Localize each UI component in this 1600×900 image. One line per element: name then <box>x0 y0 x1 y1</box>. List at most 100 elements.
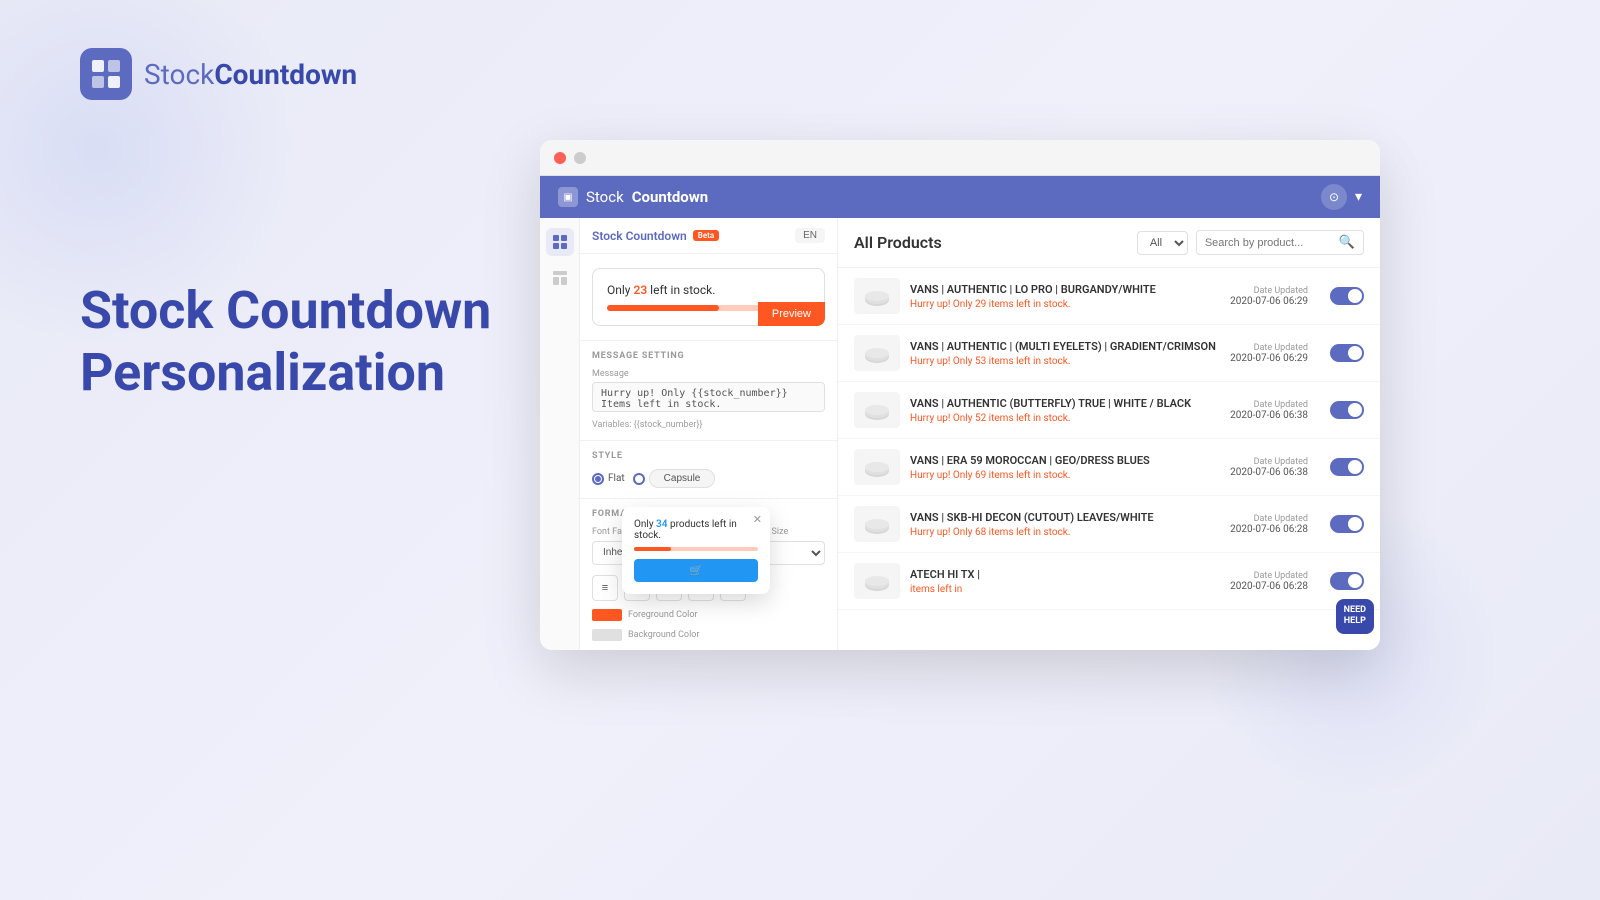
logo-icon <box>80 48 132 100</box>
product-toggle[interactable] <box>1330 458 1364 476</box>
app-header-logo: ▣ StockCountdown <box>558 187 708 207</box>
header-logo-icon: ▣ <box>558 187 578 207</box>
foreground-color-swatch[interactable] <box>592 609 622 621</box>
radio-flat-dot <box>592 473 604 485</box>
product-row: VANS | SKB-HI DECON (CUTOUT) LEAVES/WHIT… <box>838 496 1380 553</box>
product-name: VANS | AUTHENTIC | (MULTI EYELETS) | GRA… <box>910 340 1220 353</box>
header-avatar[interactable]: ⊙ <box>1321 184 1347 210</box>
product-row: VANS | AUTHENTIC | (MULTI EYELETS) | GRA… <box>838 325 1380 382</box>
product-status: Hurry up! Only 69 items left in stock. <box>910 470 1220 481</box>
style-row: Flat Capsule <box>592 469 825 488</box>
preview-button[interactable]: Preview <box>758 302 825 326</box>
popup-text: Only 34 products left in stock. <box>634 519 758 541</box>
radio-capsule-dot <box>633 473 645 485</box>
preview-text: Only 23 left in stock. <box>607 283 810 297</box>
meta-date: 2020-07-06 06:38 <box>1230 467 1308 478</box>
product-meta: Date Updated 2020-07-06 06:38 <box>1230 457 1308 478</box>
main-logo: StockCountdown <box>80 48 357 100</box>
meta-label: Date Updated <box>1230 286 1308 296</box>
product-row: ATECH HI TX | items left in Date Updated… <box>838 553 1380 610</box>
meta-label: Date Updated <box>1230 571 1308 581</box>
need-help-line1: NEED <box>1344 605 1366 617</box>
product-row: VANS | ERA 59 MOROCCAN | GEO/DRESS BLUES… <box>838 439 1380 496</box>
filter-select[interactable]: All <box>1137 231 1188 255</box>
message-setting-section: MESSAGE SETTING Message Hurry up! Only {… <box>580 341 837 441</box>
popup-close-btn[interactable]: ✕ <box>753 513 762 526</box>
product-image <box>854 392 900 428</box>
product-status: Hurry up! Only 29 items left in stock. <box>910 299 1220 310</box>
capsule-btn[interactable]: Capsule <box>649 469 716 488</box>
meta-label: Date Updated <box>1230 457 1308 467</box>
meta-label: Date Updated <box>1230 343 1308 353</box>
header-dropdown-icon[interactable]: ▾ <box>1355 189 1362 205</box>
need-help-line2: HELP <box>1344 616 1366 628</box>
message-section-label: MESSAGE SETTING <box>592 351 825 361</box>
logo-text: StockCountdown <box>144 58 357 91</box>
search-box: 🔍 <box>1196 230 1364 255</box>
products-panel: All Products All 🔍 <box>838 218 1380 650</box>
preview-box: Only 23 left in stock. Preview <box>592 268 825 326</box>
meta-date: 2020-07-06 06:29 <box>1230 353 1308 364</box>
product-meta: Date Updated 2020-07-06 06:28 <box>1230 571 1308 592</box>
product-image <box>854 278 900 314</box>
product-row: VANS | AUTHENTIC | LO PRO | BURGANDY/WHI… <box>838 268 1380 325</box>
product-row: VANS | AUTHENTIC (BUTTERFLY) TRUE | WHIT… <box>838 382 1380 439</box>
meta-date: 2020-07-06 06:28 <box>1230 581 1308 592</box>
variables-text: Variables: {{stock_number}} <box>592 420 825 430</box>
product-info: VANS | AUTHENTIC | LO PRO | BURGANDY/WHI… <box>910 283 1220 310</box>
product-toggle[interactable] <box>1330 344 1364 362</box>
product-meta: Date Updated 2020-07-06 06:29 <box>1230 343 1308 364</box>
foreground-color-label: Foreground Color <box>628 610 698 620</box>
product-info: VANS | SKB-HI DECON (CUTOUT) LEAVES/WHIT… <box>910 511 1220 538</box>
popup-count: 34 <box>656 519 667 530</box>
product-name: VANS | AUTHENTIC | LO PRO | BURGANDY/WHI… <box>910 283 1220 296</box>
panel-title: Stock Countdown Beta <box>592 229 719 243</box>
product-status: items left in <box>910 584 1220 595</box>
beta-badge: Beta <box>693 230 719 241</box>
app-window: ▣ StockCountdown ⊙ ▾ <box>540 140 1380 650</box>
popup-bar-fill <box>634 547 671 551</box>
app-header: ▣ StockCountdown ⊙ ▾ <box>540 176 1380 218</box>
align-left-btn[interactable]: ≡ <box>592 575 618 601</box>
product-meta: Date Updated 2020-07-06 06:28 <box>1230 514 1308 535</box>
preview-count: 23 <box>633 283 647 297</box>
product-info: VANS | ERA 59 MOROCCAN | GEO/DRESS BLUES… <box>910 454 1220 481</box>
product-toggle[interactable] <box>1330 515 1364 533</box>
stock-popup: ✕ Only 34 products left in stock. 🛒 <box>622 507 770 594</box>
window-minimize-dot[interactable] <box>574 152 586 164</box>
product-toggle[interactable] <box>1330 572 1364 590</box>
product-toggle[interactable] <box>1330 287 1364 305</box>
background-color-row: Background Color <box>592 629 825 641</box>
products-controls: All 🔍 <box>1137 230 1364 255</box>
products-header: All Products All 🔍 <box>838 218 1380 268</box>
background-color-swatch[interactable] <box>592 629 622 641</box>
sidebar-icon-grid[interactable] <box>546 228 574 256</box>
search-icon[interactable]: 🔍 <box>1339 235 1355 250</box>
window-close-dot[interactable] <box>554 152 566 164</box>
left-sidebar <box>540 218 580 650</box>
products-title: All Products <box>854 233 942 252</box>
product-image <box>854 449 900 485</box>
product-status: Hurry up! Only 52 items left in stock. <box>910 413 1220 424</box>
panel-title-text: Stock Countdown <box>592 229 687 243</box>
sidebar-icon-layout[interactable] <box>546 264 574 292</box>
message-input[interactable]: Hurry up! Only {{stock_number}} Items le… <box>592 382 825 412</box>
product-info: VANS | AUTHENTIC | (MULTI EYELETS) | GRA… <box>910 340 1220 367</box>
product-image <box>854 335 900 371</box>
app-header-right: ⊙ ▾ <box>1321 184 1362 210</box>
style-flat-label: Flat <box>608 473 625 484</box>
meta-label: Date Updated <box>1230 514 1308 524</box>
product-image <box>854 563 900 599</box>
product-name: VANS | SKB-HI DECON (CUTOUT) LEAVES/WHIT… <box>910 511 1220 524</box>
style-flat-radio[interactable]: Flat <box>592 473 625 485</box>
message-label: Message <box>592 369 825 379</box>
product-toggle[interactable] <box>1330 401 1364 419</box>
popup-cart-btn[interactable]: 🛒 <box>634 559 758 582</box>
panel-lang-btn[interactable]: EN <box>795 228 825 243</box>
need-help-button[interactable]: NEED HELP <box>1336 599 1374 634</box>
product-image <box>854 506 900 542</box>
product-name: ATECH HI TX | <box>910 568 1220 581</box>
style-capsule-radio[interactable]: Capsule <box>633 469 716 488</box>
preview-bar-fill <box>607 305 719 311</box>
search-input[interactable] <box>1205 237 1335 249</box>
